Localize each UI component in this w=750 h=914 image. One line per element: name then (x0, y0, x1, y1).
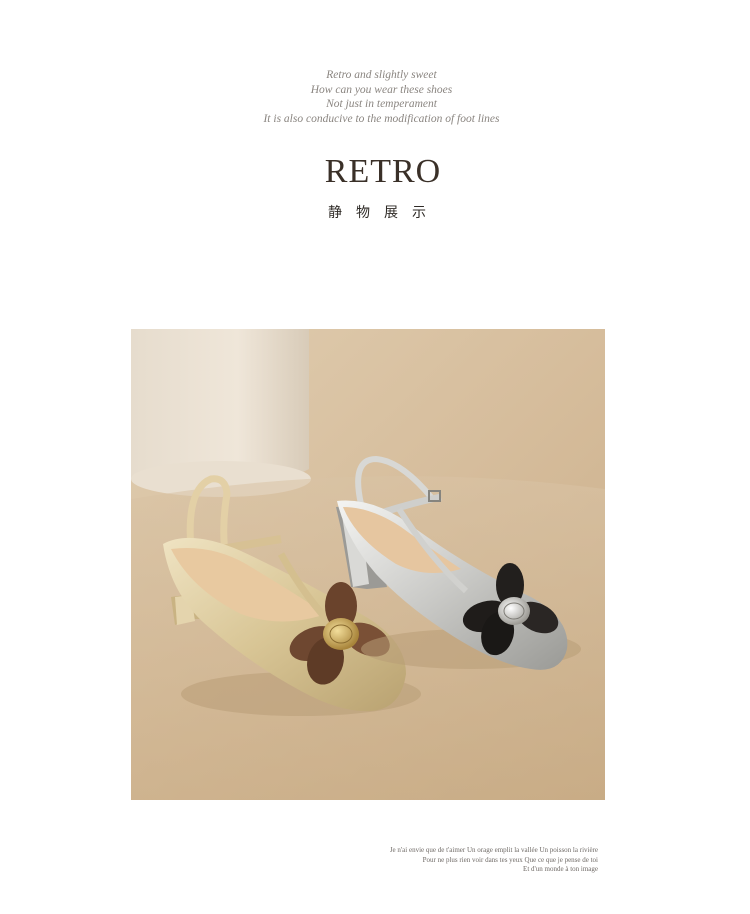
product-photo (131, 329, 605, 800)
french-caption: Je n'ai envie que de t'aimer Un orage em… (390, 846, 598, 875)
intro-poem: Retro and slightly sweet How can you wea… (0, 68, 750, 126)
intro-line: Retro and slightly sweet (326, 69, 437, 81)
intro-line: Not just in temperament (326, 98, 437, 110)
caption-line: Je n'ai envie que de t'aimer Un orage em… (389, 846, 598, 854)
caption-line: Et d'un monde à ton image (523, 865, 598, 873)
intro-line: How can you wear these shoes (310, 83, 453, 96)
subtitle: 静物展示 (328, 205, 440, 221)
product-photo-illustration (131, 329, 605, 800)
caption-line: Pour ne plus rien voir dans tes yeux Que… (422, 855, 598, 864)
brand-title: RETRO (324, 153, 442, 190)
intro-line: It is also conducive to the modification… (263, 112, 500, 125)
